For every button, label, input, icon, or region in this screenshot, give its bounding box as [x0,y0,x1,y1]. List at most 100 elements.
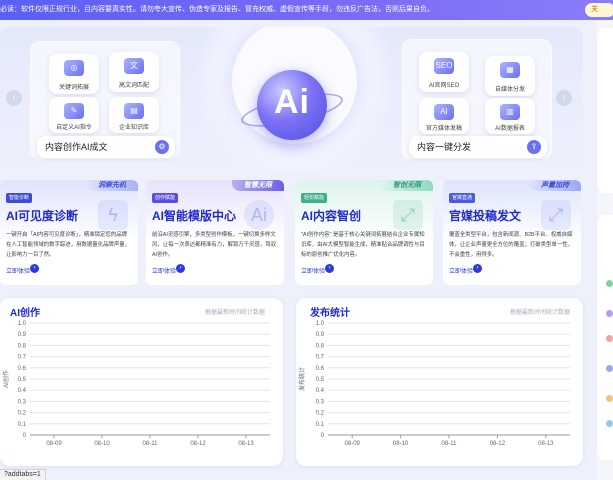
y-tick-label: 0.8 [316,343,325,349]
tile-official-media[interactable]: AI 官方媒体发稿 [419,98,469,134]
tile-label: AI官网SEO [428,83,460,89]
right-card-top [597,28,613,193]
status-dot-icon [606,310,613,317]
y-tick-label: 0.8 [18,343,27,349]
y-tick-label: 0 [321,433,325,439]
knowledge-icon: ▤ [124,103,144,119]
feature-card-visibility[interactable]: ϟ 智能诊断 洞察先机 AI可见度诊断 一键开启「AI内容可见度诊断」，精准锁定… [0,180,138,285]
tile-knowledge-base[interactable]: ▤ 企业知识库 [109,97,159,133]
keyword-icon: ◎ [64,60,84,76]
x-tick-label: 08-11 [143,441,159,447]
x-tick-label: 08-09 [46,441,62,447]
tile-self-media[interactable]: ▦ 自媒体分发 [485,56,535,96]
feature-card-template[interactable]: Ai 创作赋能 智慧无限 AI智能模版中心 前沿AI灵感引擎，多类型创作模板，一… [146,180,284,285]
y-tick-label: 0.7 [316,355,325,361]
media-expand-icon: ⤢ [541,200,571,230]
tile-keyword-expand[interactable]: ◎ 关键词拓展 [49,54,99,94]
y-axis-label: AI创作 [2,370,10,388]
y-tick-label: 0.6 [18,366,27,372]
expand-icon: ⤢ [393,200,423,230]
tile-word-match[interactable]: 文 高文词匹配 [109,52,159,92]
tile-label: 自媒体分发 [494,87,525,93]
card-title: AI可见度诊断 [6,209,79,223]
status-dot-icon [606,365,613,372]
tile-custom-ai-command[interactable]: ✎ 自定义AI指令 [49,97,99,133]
card-title: 官媒投稿发文 [449,209,522,223]
card-badge: 声量加持 [529,180,581,191]
ai-creation-chart-panel: AI创作 根据最新时间统计数据 0 0.1 0.2 0.3 0.4 0.5 0.6 0.7 0.… [0,298,283,466]
tile-label: 高文词匹配 [118,83,149,89]
status-dot-icon [606,420,613,427]
ai-center-label: Ai [274,83,310,121]
tile-label: 自定义AI指令 [56,125,92,131]
chevron-right-icon: › [562,92,566,103]
x-tick-label: 08-12 [490,441,506,447]
y-tick-label: 0.5 [316,377,325,383]
tile-label: 关键词拓展 [58,85,89,91]
y-tick-label: 1.0 [18,321,27,327]
card-description: 一键开启「AI内容可见度诊断」，精准锁定您的品牌在人工智能领域的数字踪迹，用数据… [6,232,130,258]
arrow-right-icon[interactable]: › [473,264,482,273]
y-tick-label: 0.1 [18,422,27,428]
content-distribution-panel[interactable]: SEO AI官网SEO ▦ 自媒体分发 AI 官方媒体发稿 ▥ AI数据报表 内… [402,39,552,159]
y-tick-label: 0.4 [316,388,325,394]
x-tick-label: 08-11 [442,441,458,447]
ai-badge-icon: Ai [244,200,274,230]
seo-icon: SEO [434,58,454,74]
x-tick-label: 08-09 [345,441,361,447]
tile-ai-seo[interactable]: SEO AI官网SEO [419,52,469,92]
x-tick-label: 08-10 [94,441,110,447]
media-icon: ▦ [500,62,520,78]
hero-prev-button[interactable]: ‹ [6,90,22,106]
y-tick-label: 0.3 [316,399,325,405]
notice-button-label: 关 [591,6,598,13]
y-tick-label: 0.3 [18,399,27,405]
right-card-bottom [597,215,613,460]
status-dot-icon [606,335,613,342]
card-description: "AI创作内容" 是基于核心关键词拓展结合企业专属知识库，由AI大模型智能生成，… [301,232,425,258]
card-title: AI内容智创 [301,209,362,223]
card-badge: 洞察先机 [86,180,138,191]
card-tag: 官媒直通 [449,193,476,203]
y-tick-label: 0.2 [316,411,325,417]
hero-next-button[interactable]: › [556,90,572,106]
command-icon: ✎ [64,103,84,119]
card-title: AI智能模版中心 [152,209,237,223]
try-now-link[interactable]: 立即体验 [449,266,473,275]
card-badge: 智慧无限 [232,180,284,191]
card-description: 覆盖全类型平台，包含新闻源、B2B平台、权威自媒体，让企业声量更全方位的覆盖；打… [449,232,573,258]
panel-title: 内容一键分发 [417,142,472,152]
y-tick-label: 0.1 [316,422,325,428]
try-now-link[interactable]: 立即体验 [6,266,30,275]
feature-card-media[interactable]: ⤢ 官媒直通 声量加持 官媒投稿发文 覆盖全类型平台，包含新闻源、B2B平台、权… [443,180,581,285]
translate-icon: 文 [124,58,144,74]
settings-icon: ⚙ [155,140,169,154]
content-creation-footer[interactable]: 内容创作AI成文 ⚙ [37,136,175,158]
content-creation-panel[interactable]: ◎ 关键词拓展 文 高文词匹配 ✎ 自定义AI指令 ▤ 企业知识库 内容创作AI… [30,41,180,159]
tile-ai-report[interactable]: ▥ AI数据报表 [485,98,535,134]
content-distribution-footer[interactable]: 内容一键分发 ⇪ [409,136,547,158]
status-dot-icon [606,280,613,287]
y-axis-label: 发布统计 [298,367,306,391]
try-now-link[interactable]: 立即体验 [301,266,325,275]
feature-card-content[interactable]: ⤢ 轻松赋能 智创无限 AI内容智创 "AI创作内容" 是基于核心关键词拓展结合… [295,180,433,285]
y-tick-label: 0.7 [18,355,27,361]
y-tick-label: 0.4 [18,388,27,394]
card-tag: 创作赋能 [152,193,179,203]
tile-label: 企业知识库 [118,125,149,131]
y-tick-label: 0.9 [316,332,325,338]
status-url: ?addtabs=1 [0,469,46,480]
share-icon: ⇪ [527,140,541,154]
x-tick-label: 08-13 [238,441,254,447]
notice-close-button[interactable]: 关 [585,3,613,17]
x-tick-label: 08-12 [190,441,206,447]
try-now-link[interactable]: 立即体验 [152,266,176,275]
notice-bar: 必读：软件仅限正规行业，且内容要真实性。请勿夸大宣传、伪造专家及报告、冒充权威、… [0,0,613,20]
lightning-icon: ϟ [98,200,128,230]
x-tick-label: 08-13 [538,441,554,447]
card-tag: 轻松赋能 [301,193,328,203]
arrow-right-icon[interactable]: › [176,264,185,273]
arrow-right-icon[interactable]: › [30,264,39,273]
right-sidebar [597,20,613,480]
arrow-right-icon[interactable]: › [325,264,334,273]
